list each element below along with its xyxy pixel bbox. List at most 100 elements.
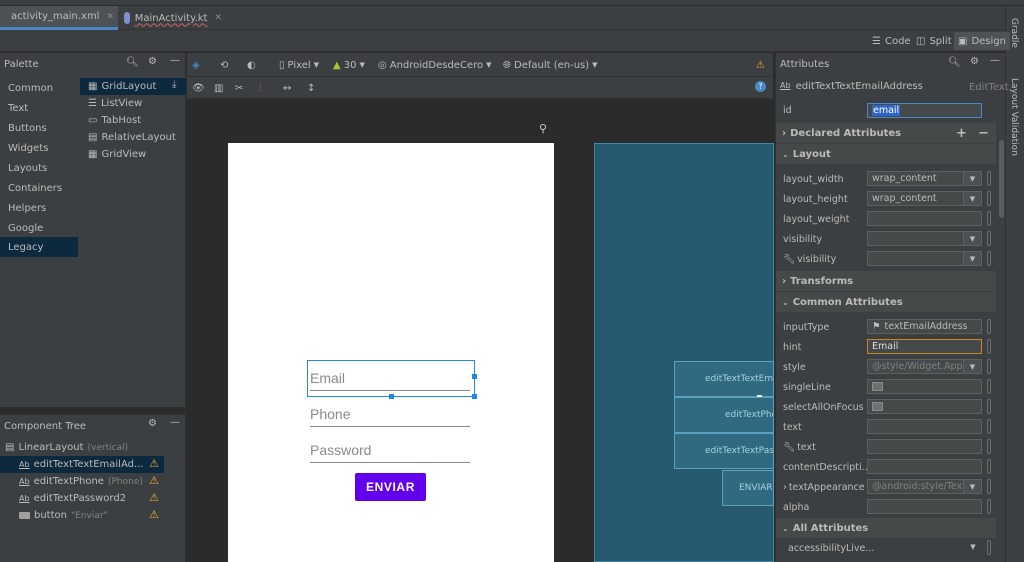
attributes-scrollbar[interactable]	[999, 140, 1004, 218]
tree-row-linearlayout[interactable]: ▤ LinearLayout (vertical)	[0, 439, 186, 456]
resource-picker[interactable]	[987, 540, 991, 555]
resource-picker[interactable]	[987, 171, 991, 186]
night-mode-icon[interactable]: ◐	[247, 56, 256, 74]
hint-field[interactable]: Email	[867, 339, 982, 354]
style-dropdown[interactable]: @style/Widget.App ▼	[867, 359, 982, 374]
remove-icon[interactable]: −	[978, 126, 989, 141]
locale-selector[interactable]: 🌐︎ Default (en-us) ▼	[503, 56, 598, 74]
warning-icon[interactable]: ⚠	[149, 457, 159, 470]
singleline-field[interactable]	[867, 379, 982, 394]
all-attributes-section[interactable]: ⌄ All Attributes	[776, 518, 996, 538]
minimize-icon[interactable]: —	[990, 55, 1000, 66]
resize-handle[interactable]	[389, 394, 394, 399]
design-surface-icon[interactable]: ◈	[192, 56, 200, 74]
phone-field[interactable]: Phone	[310, 403, 470, 427]
layout-width-dropdown[interactable]: wrap_content ▼	[867, 171, 982, 186]
tree-row-edittext-email[interactable]: Ab editTextTextEmailAd...	[0, 456, 164, 473]
split-mode-button[interactable]: ◫ Split	[912, 32, 956, 50]
add-icon[interactable]: +	[956, 126, 967, 141]
palette-category-legacy[interactable]: Legacy	[0, 237, 78, 257]
design-mode-button[interactable]: ▣ Design	[954, 32, 1010, 50]
expand-vertical-icon[interactable]: ↕	[307, 79, 315, 97]
resize-handle-icon[interactable]: ⚲	[539, 122, 547, 135]
tools-visibility-dropdown[interactable]: ▼	[867, 251, 982, 266]
contentdescription-field[interactable]	[867, 459, 982, 474]
resource-picker[interactable]	[987, 439, 991, 454]
help-icon[interactable]: ?	[755, 81, 766, 92]
api-level-selector[interactable]: ▲ 30 ▼	[333, 56, 365, 74]
autoconnect-off-icon[interactable]: ✂	[235, 79, 243, 97]
declared-attributes-section[interactable]: › Declared Attributes + −	[776, 123, 996, 143]
blueprint-password-field[interactable]: editTextTextPassword	[674, 433, 774, 469]
resource-picker[interactable]	[987, 191, 991, 206]
layout-weight-field[interactable]	[867, 211, 982, 226]
resource-picker[interactable]	[987, 479, 991, 494]
id-field[interactable]: email	[867, 103, 982, 118]
resource-picker[interactable]	[987, 339, 991, 354]
tree-row-edittext-password[interactable]: Ab editTextPassword2	[0, 490, 164, 507]
palette-category-buttons[interactable]: Buttons	[0, 118, 78, 138]
gear-icon[interactable]: ⚙	[970, 56, 979, 67]
textappearance-dropdown[interactable]: @android:style/Tex ▼	[867, 479, 982, 494]
accessibility-dropdown[interactable]: ▼	[961, 540, 982, 555]
resource-picker[interactable]	[987, 379, 991, 394]
warning-icon[interactable]: ⚠	[149, 491, 159, 504]
resource-picker[interactable]	[987, 231, 991, 246]
palette-category-common[interactable]: Common	[0, 78, 78, 98]
resource-picker[interactable]	[987, 359, 991, 374]
search-icon[interactable]: 🔍︎	[948, 57, 961, 68]
resource-picker[interactable]	[987, 459, 991, 474]
palette-item-tabhost[interactable]: ▭ TabHost	[80, 112, 186, 129]
device-selector[interactable]: ▯ Pixel ▼	[279, 56, 319, 74]
resource-picker[interactable]	[987, 319, 991, 334]
orientation-icon[interactable]: ⟲	[220, 56, 228, 74]
text-field[interactable]	[867, 419, 982, 434]
resize-handle[interactable]	[472, 374, 477, 379]
tab-activity-main[interactable]: activity_main.xml ✕	[0, 6, 118, 30]
warning-icon[interactable]: ⚠	[149, 474, 159, 487]
minimize-icon[interactable]: —	[170, 417, 180, 428]
visibility-dropdown[interactable]: ▼	[867, 231, 982, 246]
close-icon[interactable]: ✕	[214, 13, 222, 23]
tree-row-edittext-phone[interactable]: Ab editTextPhone (Phone)	[0, 473, 164, 490]
palette-category-containers[interactable]: Containers	[0, 178, 78, 198]
palette-category-helpers[interactable]: Helpers	[0, 198, 78, 218]
palette-category-google[interactable]: Google	[0, 218, 78, 238]
checkbox[interactable]	[872, 402, 883, 411]
checkbox[interactable]	[872, 382, 883, 391]
palette-category-widgets[interactable]: Widgets	[0, 138, 78, 158]
layout-validation-tool-button[interactable]: Layout Validation	[1009, 78, 1019, 156]
gradle-tool-button[interactable]: Gradle	[1009, 18, 1019, 48]
resource-picker[interactable]	[987, 419, 991, 434]
gear-icon[interactable]: ⚙	[148, 56, 157, 67]
theme-selector[interactable]: ◎ AndroidDesdeCero ▼	[378, 56, 492, 74]
minimize-icon[interactable]: —	[170, 55, 180, 66]
download-icon[interactable]: ⤓	[172, 79, 176, 90]
palette-item-gridlayout[interactable]: ▦ GridLayout ⤓	[80, 78, 186, 95]
layout-section[interactable]: ⌄ Layout	[776, 144, 996, 164]
tree-row-button[interactable]: button "Enviar"	[0, 507, 164, 524]
selectallonfocus-field[interactable]	[867, 399, 982, 414]
blueprint-button[interactable]: ENVIAR	[722, 470, 774, 506]
resource-picker[interactable]	[987, 399, 991, 414]
close-icon[interactable]: ✕	[106, 12, 114, 22]
blueprint-toggle-icon[interactable]: ▥	[214, 79, 223, 97]
palette-item-listview[interactable]: ☰ ListView	[80, 95, 186, 112]
clear-constraints-icon[interactable]: ⫶	[259, 79, 262, 97]
password-field[interactable]: Password	[310, 439, 470, 463]
transforms-section[interactable]: › Transforms	[776, 271, 996, 291]
palette-item-gridview[interactable]: ▦ GridView	[80, 146, 186, 163]
blueprint-phone-field[interactable]: editTextPhone	[674, 397, 774, 433]
common-attributes-section[interactable]: ⌄ Common Attributes	[776, 292, 996, 312]
gear-icon[interactable]: ⚙	[148, 418, 157, 429]
chevron-right-icon[interactable]: ›	[783, 482, 787, 493]
inputtype-field[interactable]: ⚑ textEmailAddress	[867, 319, 982, 334]
blueprint-email-field[interactable]: editTextTextEmail	[674, 361, 774, 397]
tools-text-field[interactable]	[867, 439, 982, 454]
layout-height-dropdown[interactable]: wrap_content ▼	[867, 191, 982, 206]
enviar-button[interactable]: ENVIAR	[355, 473, 426, 501]
resource-picker[interactable]	[987, 499, 991, 514]
resource-picker[interactable]	[987, 211, 991, 226]
warning-icon[interactable]: ⚠	[149, 508, 159, 521]
palette-category-layouts[interactable]: Layouts	[0, 158, 78, 178]
